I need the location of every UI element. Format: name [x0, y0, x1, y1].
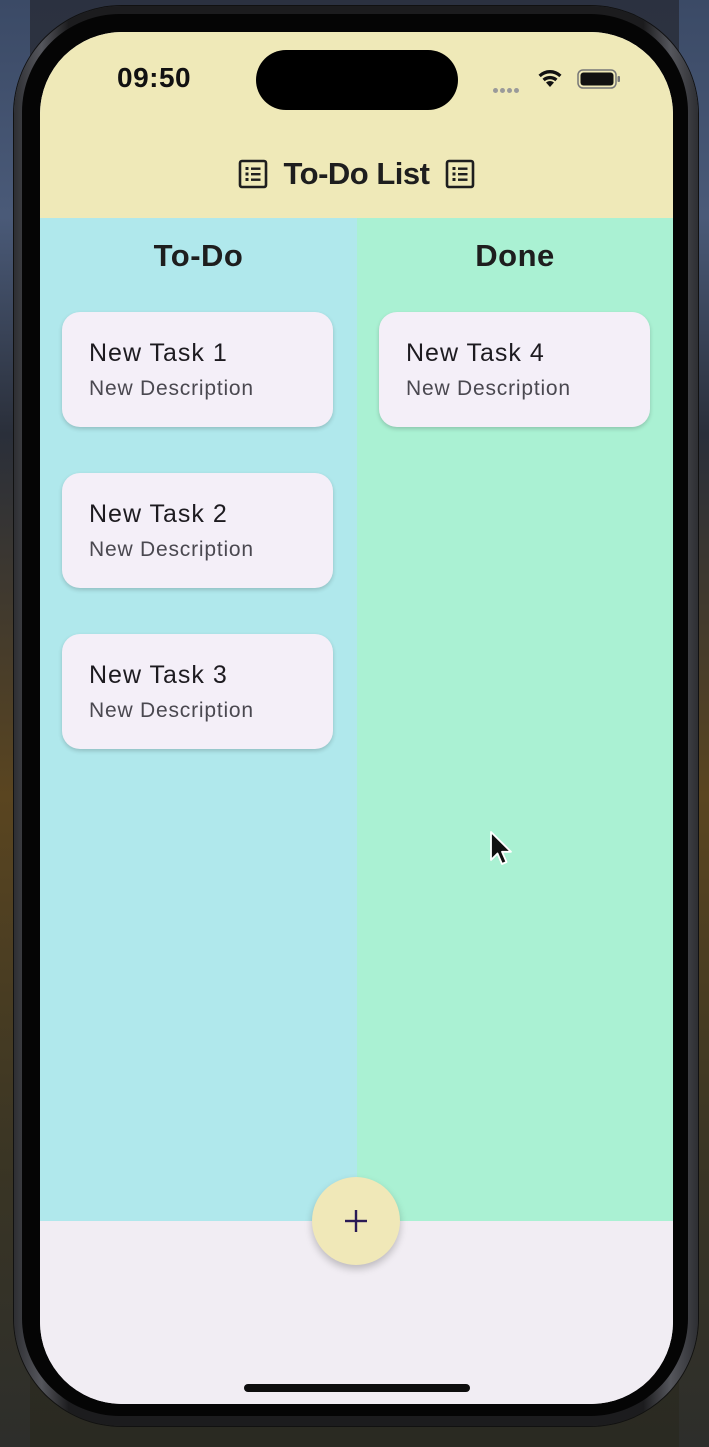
page-title: To-Do List	[283, 156, 430, 191]
task-card[interactable]: New Task 3 New Description	[62, 634, 333, 749]
task-card[interactable]: New Task 2 New Description	[62, 473, 333, 588]
home-indicator[interactable]	[244, 1384, 470, 1392]
mouse-pointer-icon	[490, 831, 512, 865]
list-icon	[446, 159, 475, 189]
app-title-row: To-Do List	[40, 152, 673, 196]
plus-icon	[345, 1210, 367, 1232]
task-title: New Task 1	[89, 339, 228, 367]
task-title: New Task 3	[89, 661, 228, 689]
todo-column-header: To-Do	[153, 238, 244, 273]
app-bar: 09:50 To-Do List	[40, 32, 673, 218]
done-column-header: Done	[475, 238, 555, 273]
wifi-icon	[538, 70, 562, 87]
add-task-button[interactable]	[312, 1177, 400, 1265]
cellular-dots-icon	[493, 80, 527, 93]
task-description: New Description	[89, 377, 254, 400]
task-card[interactable]: New Task 1 New Description	[62, 312, 333, 427]
task-title: New Task 2	[89, 500, 228, 528]
task-description: New Description	[89, 699, 254, 722]
done-column[interactable]: Done New Task 4 New Description	[357, 218, 673, 1221]
battery-full-icon	[577, 69, 620, 89]
status-time: 09:50	[117, 62, 192, 93]
list-icon	[238, 159, 267, 189]
task-title: New Task 4	[406, 339, 545, 367]
task-card[interactable]: New Task 4 New Description	[379, 312, 650, 427]
task-description: New Description	[406, 377, 571, 400]
phone-screen: 09:50 To-Do List To-Do New Task 1 New De…	[40, 32, 673, 1404]
dynamic-island	[256, 50, 458, 110]
todo-column[interactable]: To-Do New Task 1 New Description New Tas…	[40, 218, 357, 1221]
task-description: New Description	[89, 538, 254, 561]
